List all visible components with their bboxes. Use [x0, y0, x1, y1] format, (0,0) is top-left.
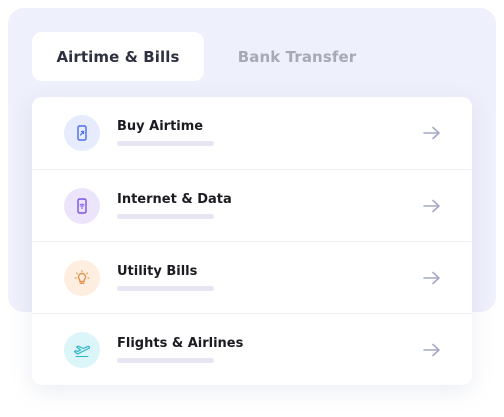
- tab-bank-transfer[interactable]: Bank Transfer: [204, 32, 390, 81]
- service-label: Buy Airtime: [117, 119, 204, 134]
- service-subtitle-placeholder: [117, 214, 214, 219]
- service-label: Utility Bills: [117, 264, 198, 279]
- arrow-right-icon[interactable]: [422, 342, 442, 358]
- service-subtitle-placeholder: [117, 141, 214, 146]
- service-item-buy-airtime[interactable]: Buy Airtime: [32, 97, 472, 169]
- service-item-internet-data[interactable]: Internet & Data: [32, 169, 472, 241]
- airplane-icon: [64, 332, 100, 368]
- lightbulb-icon: [64, 260, 100, 296]
- service-label: Internet & Data: [117, 192, 232, 207]
- tab-airtime-bills[interactable]: Airtime & Bills: [32, 32, 204, 81]
- service-list: Buy Airtime Internet & Data Utility Bill…: [32, 97, 472, 385]
- tab-airtime-bills-label: Airtime & Bills: [56, 47, 180, 66]
- service-subtitle-placeholder: [117, 286, 214, 291]
- arrow-right-icon[interactable]: [422, 198, 442, 214]
- payments-widget: Airtime & Bills Bank Transfer Buy Airtim…: [0, 0, 504, 417]
- arrow-right-icon[interactable]: [422, 270, 442, 286]
- phone-icon: [64, 115, 100, 151]
- service-subtitle-placeholder: [117, 358, 214, 363]
- wifi-phone-icon: [64, 188, 100, 224]
- service-item-utility-bills[interactable]: Utility Bills: [32, 241, 472, 313]
- tab-bank-transfer-label: Bank Transfer: [237, 47, 357, 66]
- service-item-flights-airlines[interactable]: Flights & Airlines: [32, 313, 472, 385]
- arrow-right-icon[interactable]: [422, 125, 442, 141]
- service-label: Flights & Airlines: [117, 336, 244, 351]
